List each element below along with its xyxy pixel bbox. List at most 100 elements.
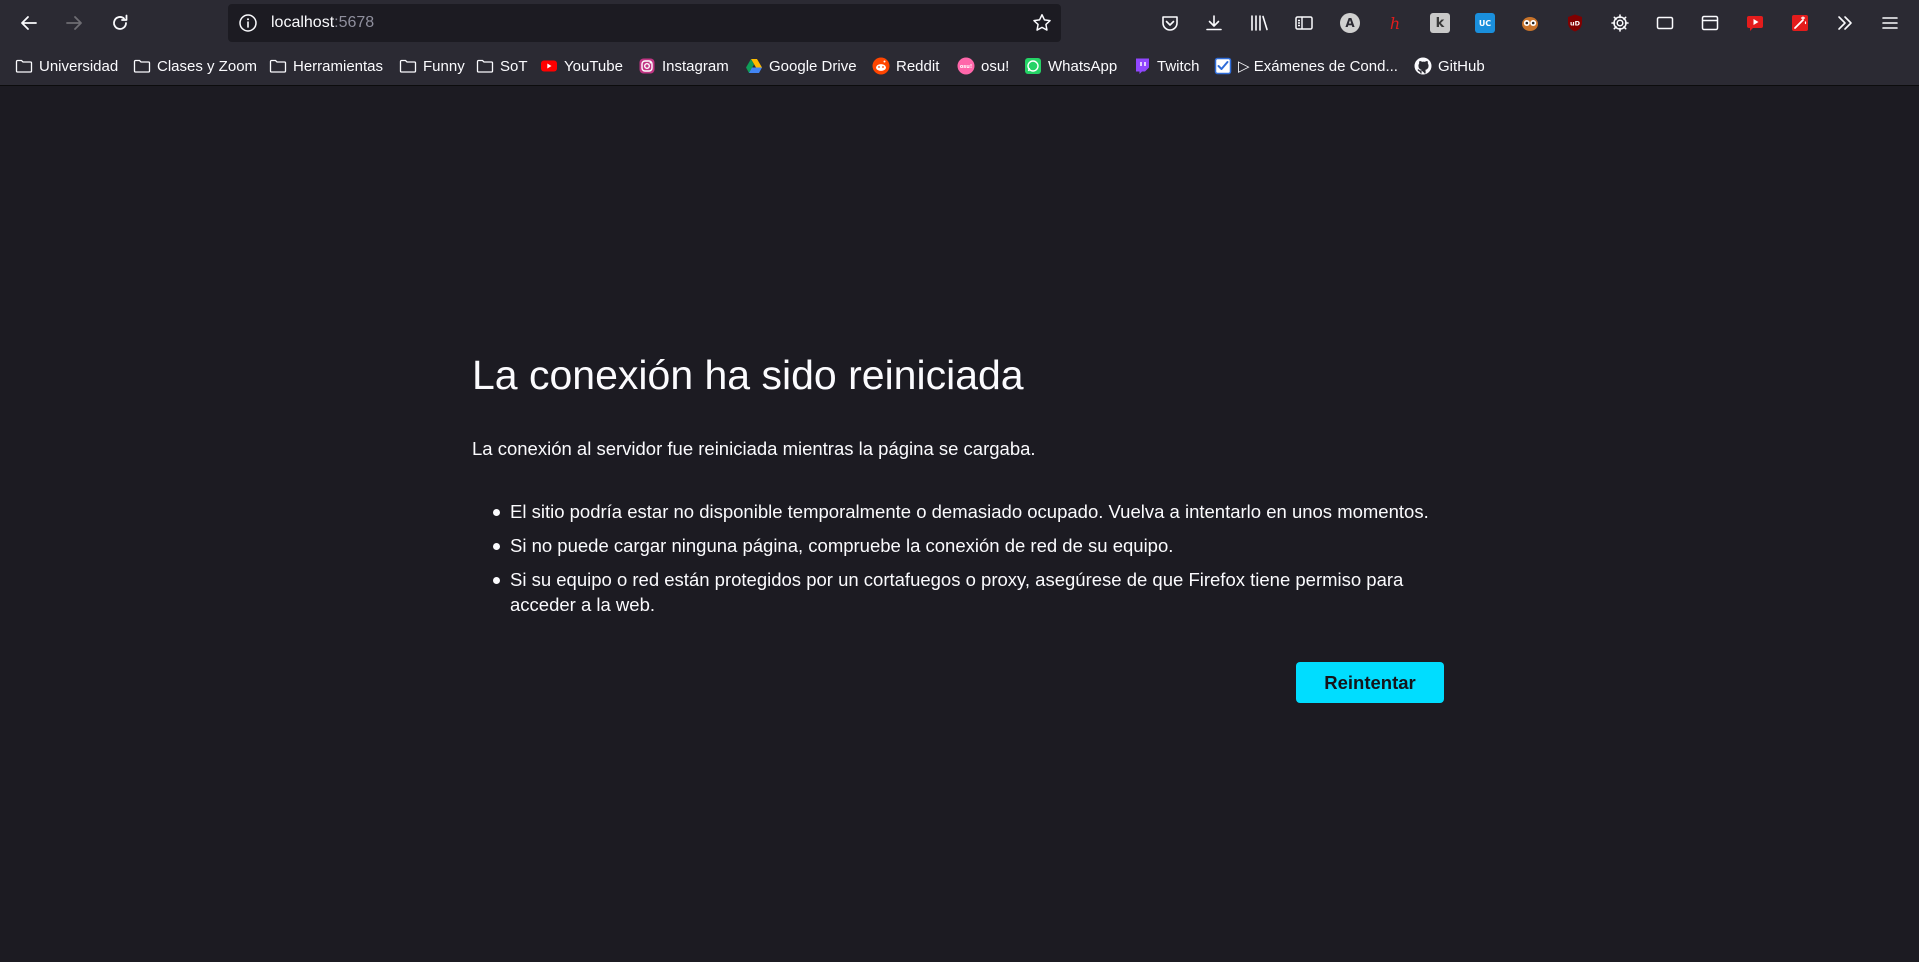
tip-text: El sitio podría estar no disponible temp… [510, 501, 1429, 522]
sidebar-icon [1295, 16, 1313, 30]
folder-icon [133, 57, 151, 75]
retry-button[interactable]: Reintentar [1296, 662, 1444, 703]
info-icon[interactable] [238, 13, 258, 33]
arrow-right-icon [66, 16, 82, 30]
bookmark-google-drive[interactable]: Google Drive [745, 55, 857, 77]
library-icon [1251, 15, 1268, 31]
folder-icon [476, 57, 494, 75]
bookmark-label: Herramientas [293, 57, 384, 75]
tip-text: Si no puede cargar ninguna página, compr… [510, 535, 1174, 556]
bullet-icon [493, 577, 500, 584]
pocket-button[interactable] [1158, 11, 1182, 35]
checkbox-icon [1214, 57, 1232, 75]
bookmark-star-icon[interactable] [1031, 12, 1053, 34]
gear-icon [1611, 14, 1629, 32]
extension-uc-button[interactable]: UC [1473, 11, 1497, 35]
arrow-left-icon [21, 16, 37, 30]
bullet-icon [493, 509, 500, 516]
magic-wand-icon [1792, 15, 1808, 31]
download-icon [1206, 15, 1222, 31]
ublock-shield-icon: uD [1568, 14, 1582, 32]
bookmark-github[interactable]: GitHub [1414, 55, 1485, 77]
bookmark-reddit[interactable]: Reddit [872, 55, 939, 77]
url-host: localhost [271, 14, 335, 31]
overflow-menu-button[interactable] [1833, 11, 1857, 35]
navigation-toolbar: localhost:5678 A h k UC uD [0, 0, 1919, 46]
svg-text:osu!: osu! [960, 64, 972, 70]
bookmark-label: ▷ Exámenes de Cond... [1238, 58, 1398, 75]
ublock-label: uD [1570, 20, 1581, 28]
hamburger-menu-icon [1882, 17, 1898, 29]
downloads-button[interactable] [1202, 11, 1226, 35]
owl-icon [1522, 17, 1538, 31]
folder-icon [399, 57, 417, 75]
extension-owl-button[interactable] [1518, 11, 1542, 35]
whatsapp-icon [1024, 57, 1042, 75]
back-button[interactable] [13, 7, 45, 39]
youtube-dislike-icon [1747, 16, 1763, 31]
window-icon [1656, 16, 1674, 30]
container-button[interactable] [1698, 11, 1722, 35]
ublock-button[interactable]: uD [1563, 11, 1587, 35]
extension-h-button[interactable]: h [1383, 11, 1407, 35]
instagram-icon [638, 57, 656, 75]
bookmark-label: Instagram [662, 57, 729, 75]
bookmark-label: osu! [981, 57, 1010, 75]
library-button[interactable] [1247, 11, 1271, 35]
github-icon [1414, 57, 1432, 75]
bookmark-instagram[interactable]: Instagram [638, 55, 729, 77]
bookmark-label: Google Drive [769, 57, 857, 75]
list-item: El sitio podría estar no disponible temp… [493, 499, 1445, 524]
bullet-icon [493, 543, 500, 550]
bookmark-herramientas[interactable]: Herramientas [269, 55, 383, 77]
letter-a-icon: A [1340, 13, 1360, 33]
bookmark-label: SoT [500, 57, 528, 75]
bookmark-label: WhatsApp [1048, 57, 1118, 75]
bookmark-osu[interactable]: osu! osu! [957, 55, 1009, 77]
bookmark-whatsapp[interactable]: WhatsApp [1024, 55, 1117, 77]
bookmark-label: Reddit [896, 57, 940, 75]
youtube-icon [540, 57, 558, 75]
bookmark-sot[interactable]: SoT [476, 55, 528, 77]
youtube-extension-button[interactable] [1743, 11, 1767, 35]
bookmark-twitch[interactable]: Twitch [1133, 55, 1200, 77]
reload-icon [113, 14, 128, 30]
list-item: Si su equipo o red están protegidos por … [493, 567, 1445, 617]
tip-text: Si su equipo o red están protegidos por … [510, 569, 1404, 615]
twitch-icon [1133, 57, 1151, 75]
letter-k-icon: k [1430, 13, 1450, 33]
pocket-icon [1162, 16, 1178, 31]
reddit-icon [872, 57, 890, 75]
bookmark-label: YouTube [564, 57, 623, 75]
app-menu-button[interactable] [1878, 11, 1902, 35]
sidebar-button[interactable] [1292, 11, 1316, 35]
extension-a-button[interactable]: A [1338, 11, 1362, 35]
url-text[interactable]: localhost:5678 [271, 14, 374, 32]
bookmark-label: Twitch [1157, 57, 1200, 75]
bookmark-funny[interactable]: Funny [399, 55, 465, 77]
settings-button[interactable] [1608, 11, 1632, 35]
url-bar[interactable]: localhost:5678 [228, 4, 1061, 42]
bookmark-examenes[interactable]: ▷ Exámenes de Cond... [1214, 55, 1398, 77]
window-button[interactable] [1653, 11, 1677, 35]
bookmark-label: Funny [423, 57, 465, 75]
letter-h-icon: h [1389, 13, 1401, 33]
magic-extension-button[interactable] [1788, 11, 1812, 35]
bookmark-label: Clases y Zoom [157, 57, 258, 75]
url-port: :5678 [334, 14, 375, 31]
forward-button[interactable] [58, 7, 90, 39]
bookmark-universidad[interactable]: Universidad [15, 55, 118, 77]
extension-k-button[interactable]: k [1428, 11, 1452, 35]
folder-icon [15, 57, 33, 75]
uc-icon: UC [1475, 13, 1495, 33]
folder-icon [269, 57, 287, 75]
google-drive-icon [745, 57, 763, 75]
error-title: La conexión ha sido reiniciada [472, 352, 1024, 398]
bookmark-label: GitHub [1438, 57, 1485, 75]
reload-button[interactable] [104, 7, 136, 39]
chevron-double-right-icon [1838, 16, 1852, 30]
bookmark-youtube[interactable]: YouTube [540, 55, 623, 77]
bookmarks-toolbar: Universidad Clases y Zoom Herramientas F… [0, 46, 1919, 86]
browser-window-icon [1701, 15, 1719, 31]
bookmark-clases-y-zoom[interactable]: Clases y Zoom [133, 55, 257, 77]
